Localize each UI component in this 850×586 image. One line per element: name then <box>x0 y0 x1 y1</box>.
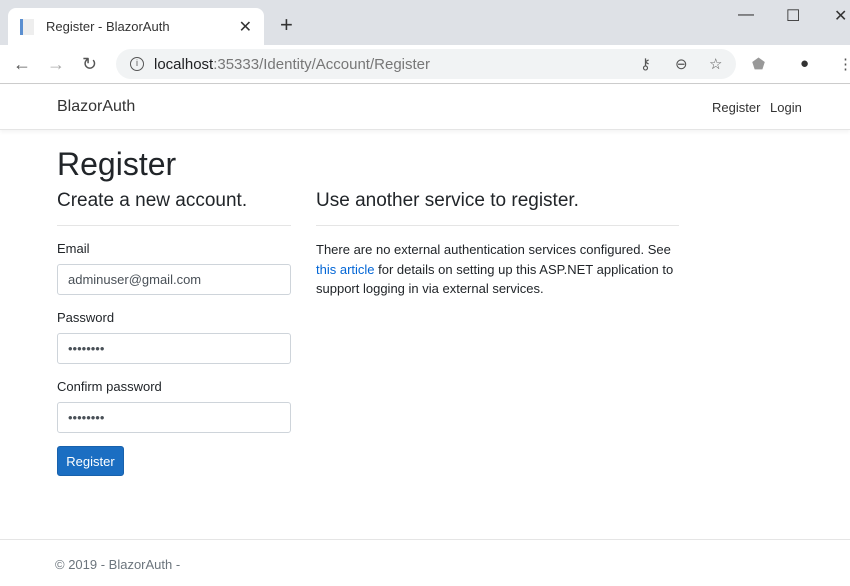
page-title: Register <box>57 146 176 183</box>
tab-strip: Register - BlazorAuth ✕ + — ☐ ✕ <box>0 0 850 45</box>
external-service-heading: Use another service to register. <box>316 190 579 212</box>
profile-icon[interactable]: ● <box>800 55 809 72</box>
divider <box>316 225 679 226</box>
external-auth-info: There are no external authentication ser… <box>316 240 686 299</box>
shield-icon[interactable]: ⬟ <box>752 55 765 73</box>
key-icon[interactable]: ⚷ <box>640 55 651 73</box>
page-favicon-icon <box>20 19 34 35</box>
info-icon[interactable]: i <box>130 57 144 71</box>
minimize-icon[interactable]: — <box>738 6 754 24</box>
url-host: localhost <box>154 56 213 73</box>
confirm-password-field[interactable]: •••••••• <box>57 402 291 433</box>
zoom-out-icon[interactable]: ⊖ <box>675 55 688 73</box>
close-tab-icon[interactable]: ✕ <box>239 17 252 37</box>
password-label: Password <box>57 310 114 325</box>
email-label: Email <box>57 241 90 256</box>
confirm-password-label: Confirm password <box>57 379 162 394</box>
back-icon[interactable]: ← <box>13 54 31 75</box>
tab-title: Register - BlazorAuth <box>46 19 170 34</box>
this-article-link[interactable]: this article <box>316 262 375 277</box>
footer: © 2019 - BlazorAuth - <box>0 539 850 586</box>
reload-icon[interactable]: ↻ <box>82 54 97 75</box>
register-button[interactable]: Register <box>57 446 124 476</box>
forward-icon[interactable]: → <box>47 54 65 75</box>
nav-login-link[interactable]: Login <box>770 100 802 115</box>
url-path: :35333/Identity/Account/Register <box>213 56 430 73</box>
star-icon[interactable]: ☆ <box>709 55 722 73</box>
nav-register-link[interactable]: Register <box>712 100 760 115</box>
browser-tab[interactable]: Register - BlazorAuth ✕ <box>8 8 264 45</box>
create-account-heading: Create a new account. <box>57 190 247 212</box>
site-navbar: BlazorAuth Register Login <box>0 85 850 130</box>
password-field[interactable]: •••••••• <box>57 333 291 364</box>
new-tab-icon[interactable]: + <box>280 12 293 38</box>
menu-icon[interactable]: ⋮ <box>838 55 850 73</box>
divider <box>57 225 291 226</box>
footer-text: © 2019 - BlazorAuth - <box>55 557 180 572</box>
browser-toolbar: ← → ↻ i localhost:35333/Identity/Account… <box>0 45 850 84</box>
brand-link[interactable]: BlazorAuth <box>57 98 135 116</box>
maximize-icon[interactable]: ☐ <box>786 6 800 26</box>
info-text-start: There are no external authentication ser… <box>316 242 671 257</box>
close-window-icon[interactable]: ✕ <box>834 6 847 26</box>
email-field[interactable]: adminuser@gmail.com <box>57 264 291 295</box>
